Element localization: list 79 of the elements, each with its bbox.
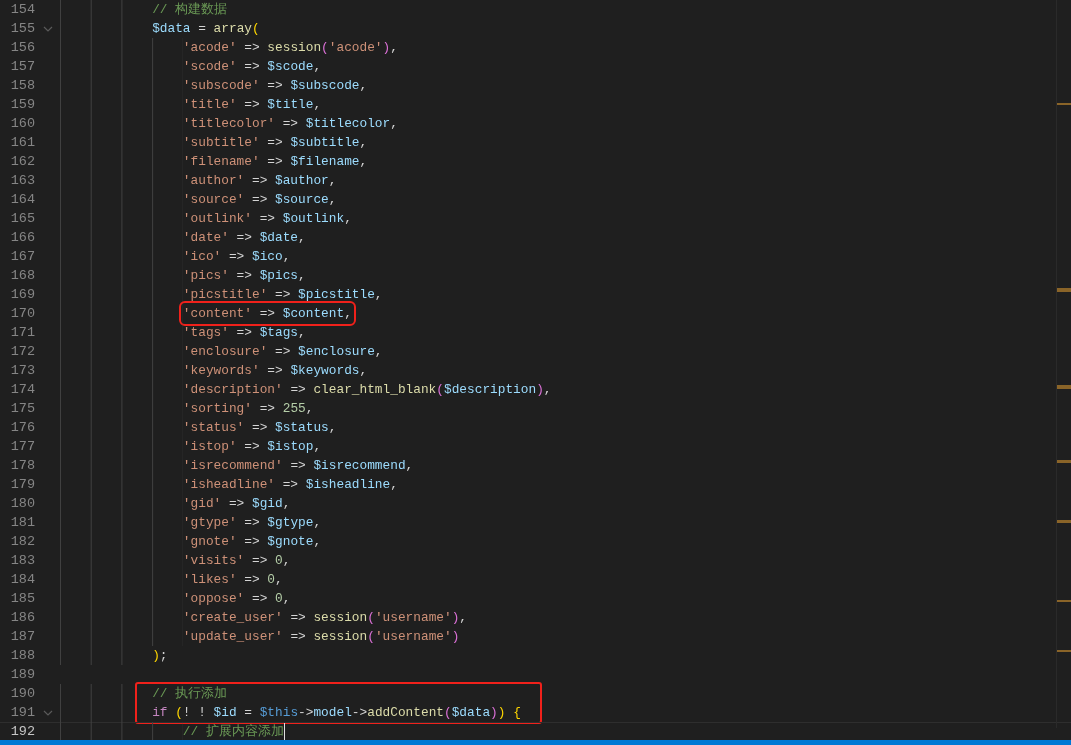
code-line: 'subtitle' => $subtitle,: [182, 134, 368, 151]
code-line: 'scode' => $scode,: [182, 58, 322, 75]
code-line: $data = array(: [152, 20, 260, 37]
code-line: 'pics' => $pics,: [182, 267, 306, 284]
code-line: 'visits' => 0,: [182, 552, 291, 569]
code-line: 'create_user' => session('username'),: [182, 609, 468, 626]
line-number: 174: [9, 381, 35, 399]
line-number: 163: [9, 172, 35, 190]
code-line: 'gid' => $gid,: [182, 495, 291, 512]
line-number: 184: [9, 571, 35, 589]
line-number: 189: [9, 666, 35, 684]
line-number: 167: [9, 248, 35, 266]
code-line: 'likes' => 0,: [182, 571, 283, 588]
line-number: 164: [9, 191, 35, 209]
line-number: 169: [9, 286, 35, 304]
code-line: // 扩展内容添加: [182, 723, 284, 740]
code-line: 'enclosure' => $enclosure,: [182, 343, 383, 360]
line-number: 177: [9, 438, 35, 456]
line-number: 190: [9, 685, 35, 703]
line-number: 179: [9, 476, 35, 494]
line-number: 161: [9, 134, 35, 152]
chevron-down-icon[interactable]: [42, 709, 53, 716]
code-line: 'description' => clear_html_blank($description),: [182, 381, 552, 398]
line-number: 181: [9, 514, 35, 532]
code-line: if (! ! $id = $this->model->addContent($data)) {: [152, 704, 521, 721]
code-line: // 执行添加: [152, 685, 228, 702]
code-line: 'istop' => $istop,: [182, 438, 322, 455]
line-number: 183: [9, 552, 35, 570]
code-line: 'gnote' => $gnote,: [182, 533, 322, 550]
line-number: 156: [9, 39, 35, 57]
code-line: // 构建数据: [152, 1, 228, 18]
code-line: 'titlecolor' => $titlecolor,: [182, 115, 398, 132]
line-number: 188: [9, 647, 35, 665]
code-line: 'acode' => session('acode'),: [182, 39, 398, 56]
code-line: 'oppose' => 0,: [182, 590, 291, 607]
line-number: 182: [9, 533, 35, 551]
code-line: 'date' => $date,: [182, 229, 306, 246]
code-line: 'sorting' => 255,: [182, 400, 314, 417]
code-line: 'isheadline' => $isheadline,: [182, 476, 398, 493]
text-cursor: [283, 723, 286, 740]
line-number: 178: [9, 457, 35, 475]
code-line: 'subscode' => $subscode,: [182, 77, 368, 94]
code-line: 'ico' => $ico,: [182, 248, 291, 265]
line-number: 162: [9, 153, 35, 171]
code-line: 'title' => $title,: [182, 96, 322, 113]
code-line: 'isrecommend' => $isrecommend,: [182, 457, 414, 474]
code-line: 'status' => $status,: [182, 419, 337, 436]
line-number: 170: [9, 305, 35, 323]
code-line: 'author' => $author,: [182, 172, 337, 189]
code-line: 'filename' => $filename,: [182, 153, 368, 170]
line-number: 192: [9, 723, 35, 741]
line-number: 176: [9, 419, 35, 437]
code-line: 'outlink' => $outlink,: [182, 210, 352, 227]
code-line: 'tags' => $tags,: [182, 324, 306, 341]
line-number: 191: [9, 704, 35, 722]
code-line: 'keywords' => $keywords,: [182, 362, 368, 379]
line-number: 159: [9, 96, 35, 114]
code-line: );: [152, 647, 168, 664]
line-number: 154: [9, 1, 35, 19]
line-number: 185: [9, 590, 35, 608]
chevron-down-icon[interactable]: [42, 25, 53, 32]
code-line: 'update_user' => session('username'): [182, 628, 460, 645]
line-number: 173: [9, 362, 35, 380]
code-line: 'source' => $source,: [182, 191, 337, 208]
line-number: 165: [9, 210, 35, 228]
line-number: 155: [9, 20, 35, 38]
code-line: 'picstitle' => $picstitle,: [182, 286, 383, 303]
line-number: 158: [9, 77, 35, 95]
line-number: 175: [9, 400, 35, 418]
line-number: 187: [9, 628, 35, 646]
line-number: 157: [9, 58, 35, 76]
line-number: 166: [9, 229, 35, 247]
line-number: 186: [9, 609, 35, 627]
line-number: 171: [9, 324, 35, 342]
line-number: 180: [9, 495, 35, 513]
line-number: 168: [9, 267, 35, 285]
line-number: 172: [9, 343, 35, 361]
code-line: 'gtype' => $gtype,: [182, 514, 322, 531]
line-number: 160: [9, 115, 35, 133]
